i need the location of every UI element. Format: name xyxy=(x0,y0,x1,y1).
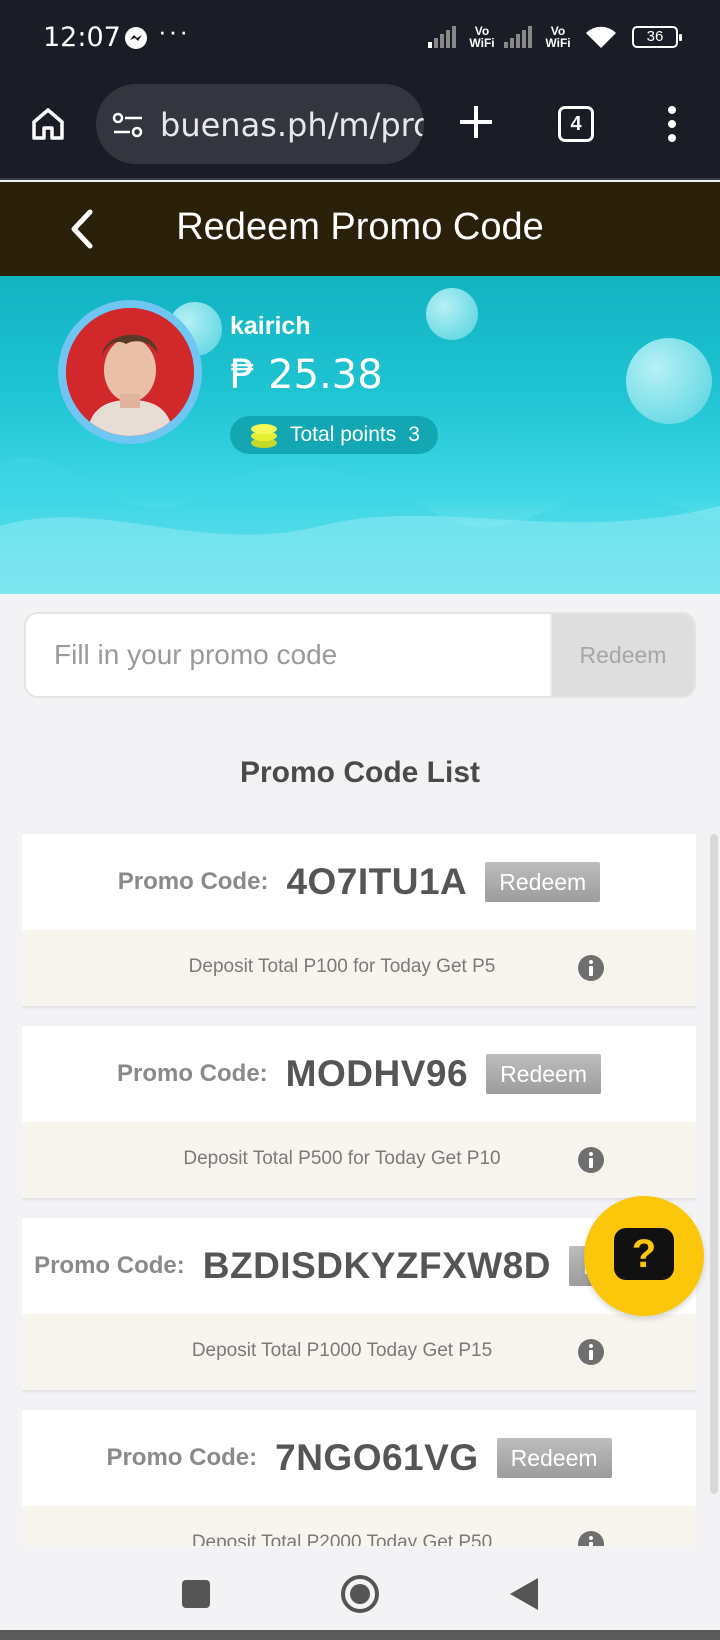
promo-code-label: Promo Code: xyxy=(106,1444,258,1471)
nav-home-icon[interactable] xyxy=(340,1574,380,1614)
promo-card-header: Promo Code: 4O7ITU1A Redeem xyxy=(22,834,696,930)
avatar[interactable] xyxy=(58,300,202,444)
app-header: Redeem Promo Code xyxy=(0,182,720,276)
promo-list-title: Promo Code List xyxy=(239,756,480,789)
page-title: Redeem Promo Code xyxy=(176,206,544,248)
wifi-icon xyxy=(586,26,616,48)
signal-icon xyxy=(428,26,456,48)
promo-description: Deposit Total P1000 Today Get P15 xyxy=(191,1340,493,1361)
status-time: 12:07 xyxy=(43,22,121,53)
promo-description: Deposit Total P500 for Today Get P10 xyxy=(183,1148,501,1169)
avatar-photo xyxy=(66,308,194,436)
promo-card-footer: Deposit Total P500 for Today Get P10 xyxy=(22,1122,696,1198)
help-button[interactable]: ? xyxy=(584,1196,704,1316)
promo-code-list: Promo Code: 4O7ITU1A Redeem Deposit Tota… xyxy=(22,834,696,1546)
url-text: buenas.ph/m/promo xyxy=(160,106,424,144)
nav-back-icon[interactable] xyxy=(508,1576,540,1612)
decor-bubble xyxy=(426,288,478,340)
promo-code-label: Promo Code: xyxy=(117,868,269,895)
recents-icon[interactable] xyxy=(182,1580,210,1608)
total-points-badge: Total points 3 xyxy=(230,416,438,454)
promo-code-form: Redeem xyxy=(24,612,696,698)
balance: ₱ 25.38 xyxy=(230,352,383,398)
promo-code-row: Promo Code: 4O7ITU1A Redeem xyxy=(22,856,696,908)
username: kairich xyxy=(230,312,311,340)
vowifi-label: Vo WiFi xyxy=(469,24,495,50)
site-settings-icon[interactable] xyxy=(112,111,144,139)
promo-card: Promo Code: 7NGO61VG Redeem Deposit Tota… xyxy=(22,1410,696,1546)
bottom-edge xyxy=(0,1630,720,1640)
status-indicators: Vo WiFi Vo WiFi 36 xyxy=(428,24,682,50)
browser-toolbar: buenas.ph/m/promo 4 xyxy=(0,80,720,180)
promo-redeem-button[interactable]: Redeem xyxy=(486,1054,601,1094)
promo-code-input[interactable] xyxy=(26,614,552,696)
tabs-icon[interactable]: 4 xyxy=(558,106,594,142)
home-icon[interactable] xyxy=(28,104,68,144)
promo-code-value: BZDISDKYZFXW8D xyxy=(202,1245,551,1286)
promo-redeem-button[interactable]: Redeem xyxy=(496,1438,612,1478)
promo-redeem-button[interactable]: Redeem xyxy=(485,862,601,902)
promo-code-row: Promo Code: MODHV96 Redeem xyxy=(22,1048,696,1100)
promo-card: Promo Code: MODHV96 Redeem Deposit Total… xyxy=(22,1026,696,1198)
promo-card-header: Promo Code: MODHV96 Redeem xyxy=(22,1026,696,1122)
promo-card-header: Promo Code: 7NGO61VG Redeem xyxy=(22,1410,696,1506)
coin-icon xyxy=(251,424,277,448)
new-tab-icon[interactable] xyxy=(456,100,496,144)
promo-description: Deposit Total P100 for Today Get P5 xyxy=(188,956,496,977)
redeem-button[interactable]: Redeem xyxy=(550,614,694,696)
profile-banner: kairich ₱ 25.38 Total points 3 xyxy=(0,276,720,594)
promo-card-footer: Deposit Total P2000 Today Get P50 xyxy=(22,1506,696,1546)
menu-icon[interactable] xyxy=(664,104,680,144)
promo-code-value: 7NGO61VG xyxy=(275,1437,479,1478)
info-icon[interactable] xyxy=(577,1146,605,1174)
promo-card: Promo Code: 4O7ITU1A Redeem Deposit Tota… xyxy=(22,834,696,1006)
info-icon[interactable] xyxy=(577,1530,605,1546)
promo-description: Deposit Total P2000 Today Get P50 xyxy=(191,1532,493,1546)
avatar-portrait xyxy=(66,308,194,436)
points-label: Total points xyxy=(290,423,397,446)
info-icon[interactable] xyxy=(577,1338,605,1366)
promo-code-row: Promo Code: 7NGO61VG Redeem xyxy=(22,1432,696,1484)
promo-code-label: Promo Code: xyxy=(117,1060,268,1087)
signal-icon xyxy=(504,26,532,48)
battery-icon: 36 xyxy=(632,26,682,48)
promo-code-value: MODHV96 xyxy=(285,1053,469,1094)
promo-card-footer: Deposit Total P100 for Today Get P5 xyxy=(22,930,696,1006)
promo-code-value: 4O7ITU1A xyxy=(286,861,468,902)
status-more-dots: ··· xyxy=(158,16,190,46)
address-bar[interactable]: buenas.ph/m/promo xyxy=(96,84,424,164)
info-icon[interactable] xyxy=(577,954,605,982)
messenger-icon xyxy=(125,27,147,49)
help-icon: ? xyxy=(614,1228,674,1280)
status-bar: 12:07 ··· Vo WiFi Vo WiFi 36 xyxy=(0,0,720,80)
promo-code-label: Promo Code: xyxy=(34,1252,185,1279)
vowifi-label: Vo WiFi xyxy=(545,24,571,50)
scrollbar[interactable] xyxy=(710,834,718,1494)
system-nav-bar xyxy=(0,1550,720,1640)
promo-card-footer: Deposit Total P1000 Today Get P15 xyxy=(22,1314,696,1390)
points-value: 3 xyxy=(408,423,420,446)
